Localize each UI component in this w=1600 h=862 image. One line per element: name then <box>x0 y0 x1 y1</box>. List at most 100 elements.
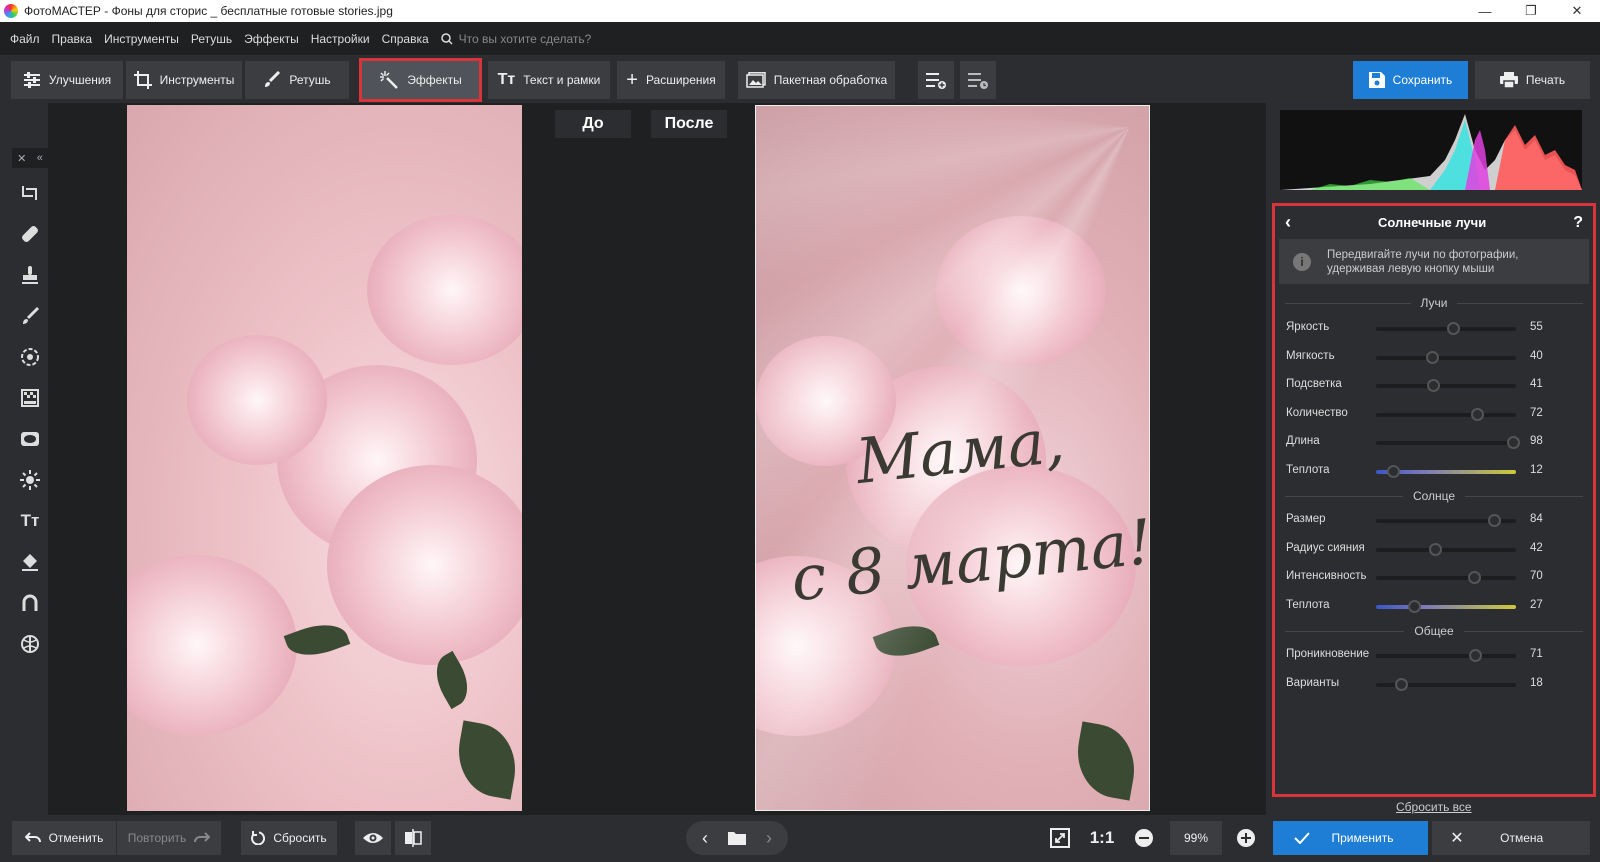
main-toolbar: Улучшения Инструменты Ретушь Эффекты Tт … <box>0 55 1600 103</box>
slider-thumb[interactable] <box>1447 322 1460 335</box>
globe-tool-icon[interactable] <box>12 623 48 664</box>
photo-before[interactable] <box>127 105 522 811</box>
undo-button[interactable]: Отменить <box>12 821 116 855</box>
slider-track[interactable] <box>1376 677 1516 691</box>
compare-button[interactable] <box>395 821 431 855</box>
photo-after[interactable]: Мама, с 8 марта! <box>755 105 1150 811</box>
close-icon[interactable]: ✕ <box>1554 3 1600 19</box>
slider-value[interactable]: 70 <box>1530 570 1543 582</box>
light-tool-icon[interactable] <box>12 459 48 500</box>
minimize-icon[interactable]: — <box>1462 4 1508 19</box>
cancel-button[interactable]: ✕ Отмена <box>1432 821 1590 855</box>
tab-extensions[interactable]: + Расширения <box>617 61 725 99</box>
tab-tools[interactable]: Инструменты <box>126 61 242 99</box>
reset-button[interactable]: Сбросить <box>241 821 337 855</box>
slider-track[interactable] <box>1376 649 1516 662</box>
tab-effects[interactable]: Эффекты <box>362 61 479 99</box>
zoom-in-button[interactable] <box>1230 821 1262 855</box>
menu-file[interactable]: Файл <box>4 32 46 46</box>
after-label[interactable]: После <box>651 110 727 138</box>
slider-thumb[interactable] <box>1427 379 1441 392</box>
collapse-icon[interactable]: « <box>37 152 43 164</box>
healing-patch-tool-icon[interactable] <box>12 213 48 254</box>
text-icon: Tт <box>497 71 516 88</box>
slider-track[interactable] <box>1376 350 1516 364</box>
slider-thumb[interactable] <box>1426 350 1439 364</box>
slider-thumb[interactable] <box>1487 514 1501 527</box>
radial-filter-tool-icon[interactable] <box>12 336 48 377</box>
slider-value[interactable]: 72 <box>1530 407 1543 419</box>
fit-screen-button[interactable] <box>1044 821 1076 855</box>
history-presets-button[interactable] <box>960 61 996 99</box>
brush-tool-icon[interactable] <box>12 295 48 336</box>
slider-value[interactable]: 18 <box>1530 677 1543 689</box>
slider-track[interactable] <box>1376 464 1516 478</box>
reset-all-link[interactable]: Сбросить все <box>1396 800 1472 814</box>
tab-enhancements[interactable]: Улучшения <box>11 61 123 99</box>
slider-track[interactable] <box>1376 571 1516 584</box>
slider-thumb[interactable] <box>1386 464 1400 478</box>
prev-image-icon[interactable]: ‹ <box>690 828 720 849</box>
apply-button[interactable]: Применить <box>1273 821 1428 855</box>
rotate-crop-tool-icon[interactable] <box>12 172 48 213</box>
folder-icon[interactable] <box>728 831 746 845</box>
slider-track[interactable] <box>1376 436 1521 449</box>
slider-thumb[interactable] <box>1407 599 1421 613</box>
slider-thumb[interactable] <box>1428 542 1442 556</box>
menu-settings[interactable]: Настройки <box>305 32 376 46</box>
menu-edit[interactable]: Правка <box>46 32 99 46</box>
menu-effects[interactable]: Эффекты <box>238 32 305 46</box>
redo-button[interactable]: Повторить <box>117 821 221 855</box>
slider-track[interactable] <box>1376 542 1516 556</box>
zoom-1to1-button[interactable]: 1:1 <box>1086 821 1118 855</box>
close-panel-icon[interactable]: ✕ <box>17 152 26 165</box>
slider-value[interactable]: 55 <box>1530 321 1543 333</box>
tab-retouch[interactable]: Ретушь <box>245 61 349 99</box>
slider-thumb[interactable] <box>1395 677 1409 691</box>
add-preset-button[interactable] <box>918 61 954 99</box>
tab-text-frames[interactable]: Tт Текст и рамки <box>488 61 610 99</box>
before-label[interactable]: До <box>555 110 631 138</box>
section-rays: Лучи <box>1275 293 1593 313</box>
slider-value[interactable]: 98 <box>1530 435 1543 447</box>
slider-value[interactable]: 27 <box>1530 599 1543 611</box>
slider-track[interactable] <box>1376 322 1516 335</box>
preview-eye-button[interactable] <box>355 821 391 855</box>
menu-search[interactable]: Что вы хотите сделать? <box>440 32 591 46</box>
help-icon[interactable]: ? <box>1573 214 1583 232</box>
gradient-filter-tool-icon[interactable] <box>12 377 48 418</box>
slider-thumb[interactable] <box>1469 649 1483 662</box>
slider-value[interactable]: 71 <box>1530 648 1543 660</box>
slider-value[interactable]: 12 <box>1530 464 1543 476</box>
slider-value[interactable]: 42 <box>1530 542 1543 554</box>
menu-retouch[interactable]: Ретушь <box>185 32 238 46</box>
save-button[interactable]: Сохранить <box>1353 61 1468 99</box>
slider-track[interactable] <box>1376 379 1516 392</box>
crop-icon <box>133 71 152 89</box>
back-arrow-icon[interactable]: ‹ <box>1285 212 1291 233</box>
zoom-level[interactable]: 99% <box>1170 821 1222 855</box>
menu-tools[interactable]: Инструменты <box>98 32 185 46</box>
slider-track[interactable] <box>1376 514 1516 527</box>
slider-thumb[interactable] <box>1470 407 1484 421</box>
clone-stamp-tool-icon[interactable] <box>12 254 48 295</box>
fill-bucket-tool-icon[interactable] <box>12 541 48 582</box>
slider-thumb[interactable] <box>1468 571 1481 584</box>
slider-track[interactable] <box>1376 407 1516 421</box>
vignette-tool-icon[interactable] <box>12 418 48 459</box>
slider-thumb[interactable] <box>1507 436 1521 449</box>
slider-row: Размер 84 <box>1275 510 1593 530</box>
slider-value[interactable]: 41 <box>1530 378 1543 390</box>
text-tool-icon[interactable]: Tт <box>12 500 48 541</box>
restore-icon[interactable]: ❐ <box>1508 3 1554 19</box>
zoom-out-button[interactable] <box>1128 821 1160 855</box>
tilt-shift-tool-icon[interactable] <box>12 582 48 623</box>
slider-value[interactable]: 40 <box>1530 350 1543 362</box>
slider-track[interactable] <box>1376 599 1516 613</box>
print-button[interactable]: Печать <box>1475 61 1590 99</box>
menu-help[interactable]: Справка <box>376 32 435 46</box>
tab-label: Пакетная обработка <box>773 73 888 87</box>
next-image-icon[interactable]: › <box>754 828 784 849</box>
slider-value[interactable]: 84 <box>1530 513 1543 525</box>
tab-batch-processing[interactable]: Пакетная обработка <box>738 61 895 99</box>
